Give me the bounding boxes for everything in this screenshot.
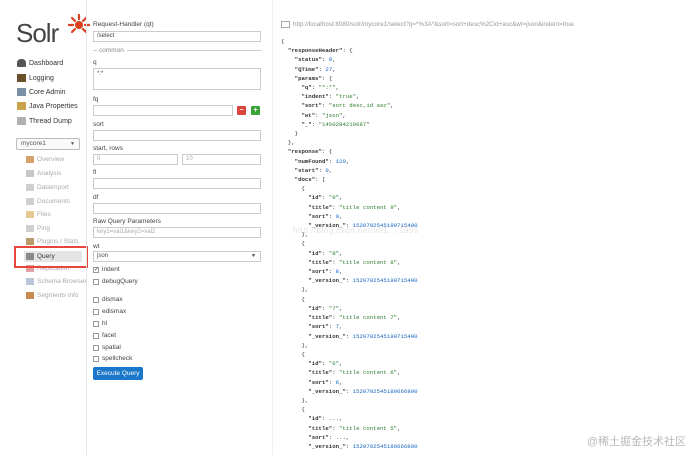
- core-nav-plugins[interactable]: Plugins / Stats: [26, 238, 79, 245]
- logo-text: Solr: [16, 18, 59, 48]
- facet-checkbox[interactable]: facet: [93, 332, 116, 339]
- link-icon: [281, 21, 290, 28]
- nav-core-admin[interactable]: Core Admin: [17, 88, 66, 96]
- spatial-checkbox[interactable]: spatial: [93, 344, 121, 351]
- fl-input[interactable]: [93, 178, 261, 189]
- query-highlight-box: [14, 246, 88, 268]
- files-icon: [26, 211, 34, 218]
- start-rows-label: start, rows: [93, 145, 123, 152]
- logging-icon: [17, 74, 26, 82]
- fq-input[interactable]: [93, 105, 233, 116]
- remove-fq-button[interactable]: −: [237, 106, 246, 115]
- q-label: q: [93, 59, 97, 66]
- sort-input[interactable]: [93, 130, 261, 141]
- rows-input[interactable]: 10: [182, 154, 261, 165]
- wt-select[interactable]: json ▼: [93, 251, 261, 262]
- debug-checkbox[interactable]: debugQuery: [93, 278, 138, 285]
- nav-java-properties[interactable]: Java Properties: [17, 102, 78, 110]
- core-nav-ping[interactable]: Ping: [26, 225, 50, 232]
- df-input[interactable]: [93, 203, 261, 214]
- core-nav-overview[interactable]: Overview: [26, 156, 64, 163]
- thread-icon: [17, 117, 26, 125]
- spellcheck-checkbox[interactable]: spellcheck: [93, 355, 132, 362]
- response-json: { "responseHeader": { "status": 0, "QTim…: [281, 38, 418, 450]
- request-url[interactable]: http://localhost:8080/solr/mycore1/selec…: [281, 21, 574, 28]
- core-nav-schema-browser[interactable]: Schema Browser: [26, 278, 87, 285]
- nav-dashboard[interactable]: Dashboard: [17, 59, 63, 67]
- dashboard-icon: [17, 59, 26, 67]
- checkbox-checked-icon: ✓: [93, 266, 100, 273]
- sidebar-divider: [86, 0, 87, 455]
- fl-label: fl: [93, 169, 97, 176]
- schema-icon: [26, 278, 34, 285]
- hl-checkbox[interactable]: hl: [93, 320, 107, 327]
- home-icon: [26, 156, 34, 163]
- wt-label: wt: [93, 243, 100, 250]
- dismax-checkbox[interactable]: dismax: [93, 296, 123, 303]
- core-nav-files[interactable]: Files: [26, 211, 51, 218]
- solr-logo[interactable]: Solr: [16, 14, 90, 48]
- watermark: http://blog.csdn.net/u01... 1995: [293, 226, 419, 235]
- java-icon: [17, 102, 26, 110]
- query-form: Request-Handler (qt) /select common q *:…: [93, 0, 263, 455]
- sidebar: Solr Dashboard Logging Core Admin Java P…: [0, 0, 90, 455]
- start-input[interactable]: 0: [93, 154, 178, 165]
- sort-label: sort: [93, 121, 104, 128]
- response-panel: http://localhost:8080/solr/mycore1/selec…: [272, 0, 693, 455]
- analysis-icon: [26, 170, 34, 177]
- plugins-icon: [26, 238, 34, 245]
- common-section: common: [93, 47, 261, 54]
- indent-checkbox[interactable]: ✓ indent: [93, 266, 120, 273]
- raw-params-label: Raw Query Parameters: [93, 218, 161, 225]
- nav-logging[interactable]: Logging: [17, 74, 54, 82]
- chevron-down-icon: ▼: [251, 253, 256, 259]
- execute-query-button[interactable]: Execute Query: [93, 367, 143, 380]
- edismax-checkbox[interactable]: edismax: [93, 308, 126, 315]
- core-nav-documents[interactable]: Documents: [26, 198, 70, 205]
- handler-input[interactable]: /select: [93, 31, 261, 42]
- dataimport-icon: [26, 184, 34, 191]
- core-nav-dataimport[interactable]: Dataimport: [26, 184, 69, 191]
- fq-label: fq: [93, 96, 99, 103]
- documents-icon: [26, 198, 34, 205]
- add-fq-button[interactable]: +: [251, 106, 260, 115]
- handler-label: Request-Handler (qt): [93, 21, 154, 28]
- raw-params-input[interactable]: key1=val1&key2=val2: [93, 227, 261, 238]
- df-label: df: [93, 194, 99, 201]
- corner-watermark: @稀土掘金技术社区: [586, 436, 686, 448]
- ping-icon: [26, 225, 34, 232]
- core-admin-icon: [17, 88, 26, 96]
- segments-icon: [26, 292, 34, 299]
- nav-thread-dump[interactable]: Thread Dump: [17, 117, 72, 125]
- core-nav-analysis[interactable]: Analysis: [26, 170, 61, 177]
- q-input[interactable]: *:*: [93, 68, 261, 90]
- core-nav-segments[interactable]: Segments info: [26, 292, 79, 299]
- core-selector[interactable]: mycore1 ▼: [16, 138, 80, 150]
- chevron-down-icon: ▼: [70, 141, 75, 147]
